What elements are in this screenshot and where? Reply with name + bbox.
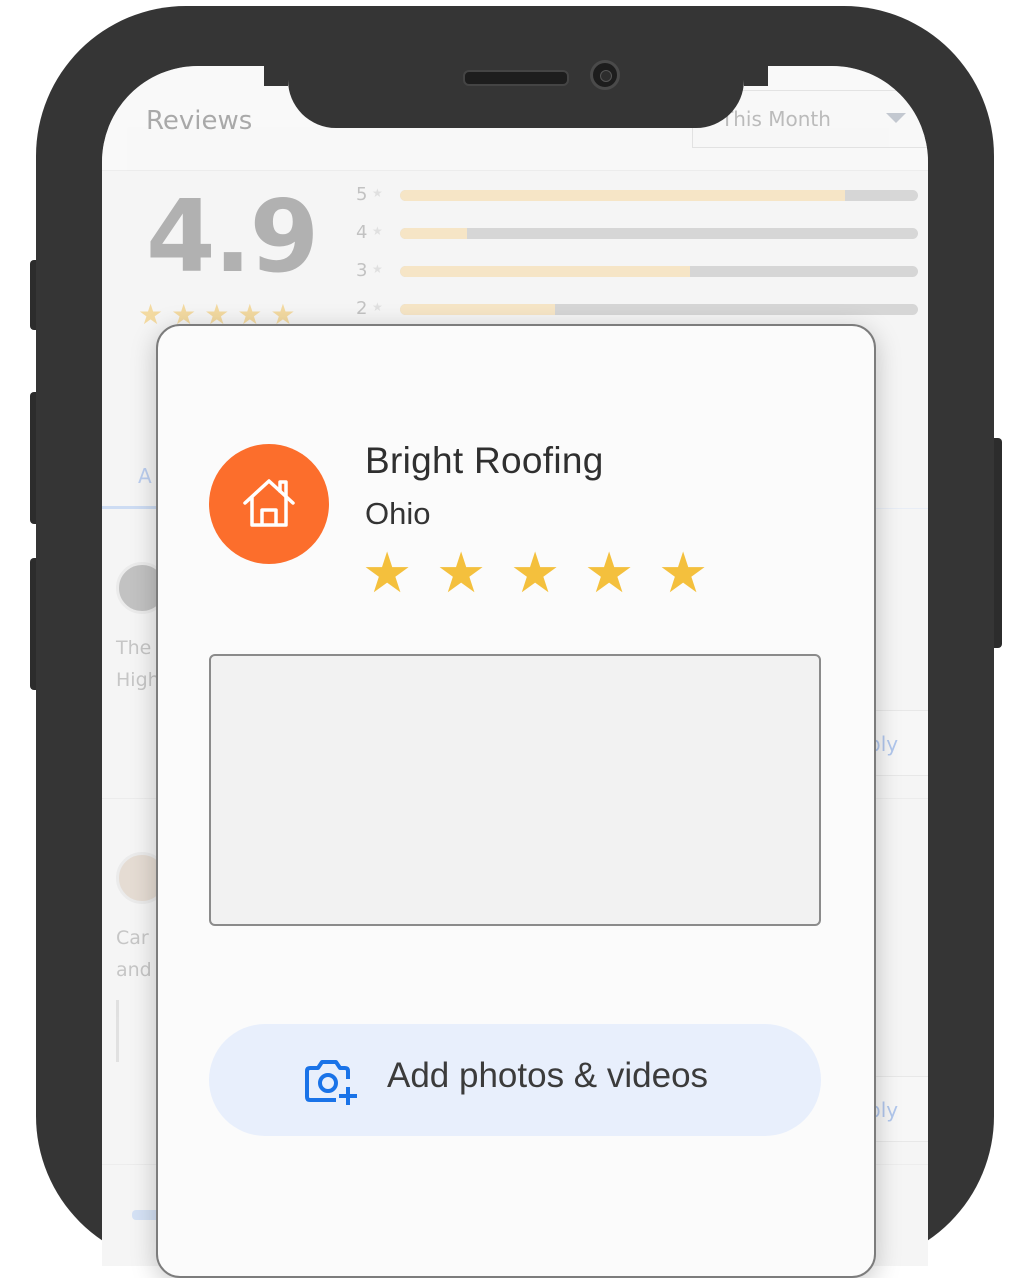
star-icon[interactable]: ★: [584, 544, 658, 604]
business-location: Ohio: [365, 496, 431, 531]
star-icon: ★: [372, 186, 383, 200]
period-select-value: This Month: [721, 107, 831, 131]
business-name: Bright Roofing: [365, 440, 604, 481]
review-snippet: Car and: [116, 922, 152, 986]
star-icon[interactable]: ★: [362, 544, 436, 604]
speaker-grille: [463, 70, 569, 86]
rating-bar-track: [400, 304, 918, 315]
rating-bar-label: 3: [356, 260, 368, 281]
rating-bar-fill: [400, 190, 846, 201]
star-icon: ★: [372, 300, 383, 314]
rating-bar-label: 2: [356, 298, 368, 319]
review-snippet: The High: [116, 632, 160, 696]
rating-bar-track: [400, 266, 918, 277]
rating-bar-track: [400, 190, 918, 201]
add-photos-button[interactable]: Add photos & videos: [209, 1024, 821, 1136]
page-title: Reviews: [146, 106, 253, 136]
tab-all[interactable]: A: [138, 464, 152, 488]
house-icon-glyph: [243, 479, 295, 527]
add-photos-label: Add photos & videos: [387, 1056, 709, 1095]
house-icon: [209, 444, 329, 564]
star-icon[interactable]: ★: [658, 544, 732, 604]
divider: [116, 1000, 119, 1062]
review-snippet-line: High: [116, 669, 160, 691]
chevron-down-icon: [886, 113, 906, 123]
review-snippet-line: and: [116, 959, 152, 981]
notch-corner: [264, 62, 288, 86]
front-camera-icon: [590, 60, 620, 90]
add-photo-camera-icon: [305, 1060, 357, 1105]
star-icon: ★: [372, 262, 383, 276]
rating-bar-label: 5: [356, 184, 368, 205]
star-icon[interactable]: ★: [436, 544, 510, 604]
average-rating: 4.9: [146, 178, 319, 295]
rating-bar-fill: [400, 304, 556, 315]
notch-corner: [744, 62, 768, 86]
write-review-card: Bright Roofing Ohio ★ ★ ★ ★ ★ Add photos & v…: [156, 324, 876, 1278]
rating-bar-label: 4: [356, 222, 368, 243]
rating-bar-track: [400, 228, 918, 239]
review-text-input[interactable]: [209, 654, 821, 926]
rating-bar-fill: [400, 266, 691, 277]
rating-bar-fill: [400, 228, 468, 239]
star-icon[interactable]: ★: [510, 544, 584, 604]
star-icon: ★: [372, 224, 383, 238]
review-snippet-line: Car: [116, 927, 149, 949]
review-snippet-line: The: [116, 637, 152, 659]
star-rating-input: ★ ★ ★ ★ ★: [362, 544, 732, 604]
